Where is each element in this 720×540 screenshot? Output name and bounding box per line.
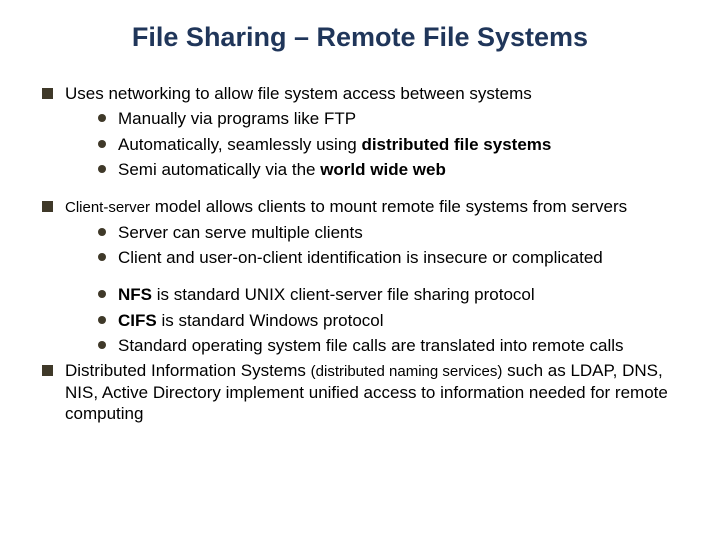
subbullet-text: Semi automatically via the world wide we… [118,159,682,180]
subbullet-text: CIFS is standard Windows protocol [118,310,682,331]
dot-bullet-icon [98,316,106,324]
dot-bullet-icon [98,165,106,173]
dot-bullet-icon [98,140,106,148]
subbullet-text: NFS is standard UNIX client-server file … [118,284,682,305]
subbullet-distributed-fs: Automatically, seamlessly using distribu… [98,134,682,155]
dot-bullet-icon [98,253,106,261]
subbullet-text: Automatically, seamlessly using distribu… [118,134,682,155]
square-bullet-icon [42,88,53,99]
bullet-client-server: Client-server model allows clients to mo… [42,196,682,218]
bullet-text: Uses networking to allow file system acc… [65,83,682,104]
bullet-text: Distributed Information Systems (distrib… [65,360,682,424]
slide: File Sharing – Remote File Systems Uses … [0,0,720,540]
bullet-distributed-info-systems: Distributed Information Systems (distrib… [42,360,682,424]
square-bullet-icon [42,365,53,376]
subbullet-remote-calls: Standard operating system file calls are… [98,335,682,356]
subbullet-cifs: CIFS is standard Windows protocol [98,310,682,331]
dot-bullet-icon [98,341,106,349]
subbullet-text: Manually via programs like FTP [118,108,682,129]
square-bullet-icon [42,201,53,212]
bullet-text: Client-server model allows clients to mo… [65,196,682,218]
subbullet-ftp: Manually via programs like FTP [98,108,682,129]
subbullet-text: Client and user-on-client identification… [118,247,682,268]
slide-title: File Sharing – Remote File Systems [38,22,682,53]
dot-bullet-icon [98,290,106,298]
subbullet-www: Semi automatically via the world wide we… [98,159,682,180]
subbullet-multiple-clients: Server can serve multiple clients [98,222,682,243]
subbullet-nfs: NFS is standard UNIX client-server file … [98,284,682,305]
dot-bullet-icon [98,228,106,236]
dot-bullet-icon [98,114,106,122]
subbullet-identification: Client and user-on-client identification… [98,247,682,268]
subbullet-text: Standard operating system file calls are… [118,335,682,356]
bullet-networking: Uses networking to allow file system acc… [42,83,682,104]
subbullet-text: Server can serve multiple clients [118,222,682,243]
